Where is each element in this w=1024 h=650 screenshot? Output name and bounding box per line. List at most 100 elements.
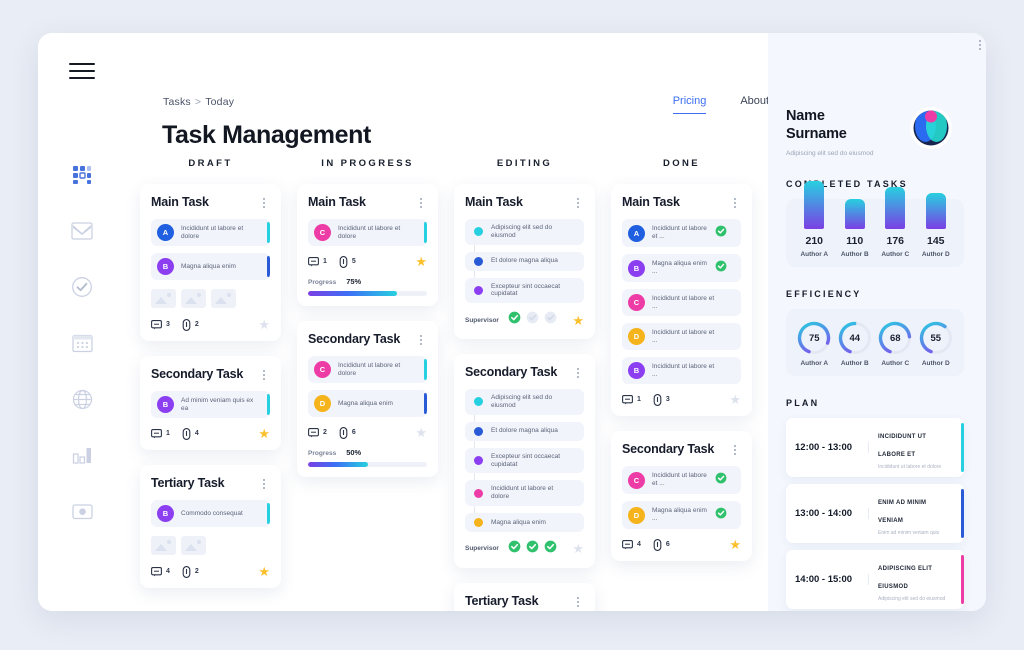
image-placeholder-icon[interactable] — [211, 289, 236, 308]
task-item-row[interactable]: B Commodo consequat — [151, 500, 270, 527]
timeline-row[interactable]: Et dolore magna aliqua — [465, 251, 584, 271]
card-menu-button[interactable] — [415, 332, 427, 345]
favorite-star-icon[interactable]: ★ — [572, 542, 584, 555]
card-menu-button[interactable] — [258, 195, 270, 208]
task-item-row[interactable]: C Incididunt ut labore et dolore — [308, 219, 427, 246]
breadcrumb-current[interactable]: Today — [205, 96, 234, 108]
timeline-row[interactable]: Magna aliqua enim — [465, 512, 584, 532]
favorite-star-icon[interactable]: ★ — [415, 426, 427, 439]
comment-count-value: 1 — [323, 258, 327, 265]
plan-item[interactable]: 12:00 - 13:00 INCIDIDUNT UT LABORE ET Inci… — [786, 418, 964, 478]
comment-count[interactable]: 2 — [308, 427, 327, 438]
task-card[interactable]: Tertiary TaskAdipiscing elit sed do eius… — [454, 582, 595, 611]
bar-chart-icon[interactable] — [69, 442, 95, 468]
donut-value: 75 — [808, 332, 820, 344]
task-card[interactable]: Main Task A Incididunt ut labore et dolore… — [140, 184, 281, 341]
supervisor-label: Supervisor — [465, 545, 499, 553]
globe-icon[interactable] — [69, 386, 95, 412]
task-item-row[interactable]: C Incididunt ut labore et ... — [622, 289, 741, 316]
comment-count[interactable]: 4 — [151, 566, 170, 577]
nav-link-about[interactable]: About — [740, 95, 769, 114]
timeline-row[interactable]: Excepteur sint occaecat cupidatat — [465, 447, 584, 474]
plan-item-time: 14:00 - 15:00 — [795, 574, 869, 586]
grid-icon[interactable] — [69, 162, 95, 188]
timeline-row[interactable]: Et dolore magna aliqua — [465, 421, 584, 441]
timeline-row[interactable]: Excepteur sint occaecat cupidatat — [465, 277, 584, 304]
image-placeholder-icon[interactable] — [151, 536, 176, 555]
task-item-row[interactable]: B Magna aliqua enim ... — [622, 254, 741, 282]
card-menu-button[interactable] — [258, 476, 270, 489]
profile-menu-button[interactable] — [974, 37, 986, 50]
favorite-star-icon[interactable]: ★ — [415, 255, 427, 268]
task-item-label: Magna aliqua enim ... — [652, 507, 707, 522]
row-accent-bar — [424, 222, 427, 243]
plan-item[interactable]: 14:00 - 15:00 ADIPISCING ELIT EIUSMOD Adip… — [786, 550, 964, 610]
image-placeholder-icon[interactable] — [181, 289, 206, 308]
card-menu-button[interactable] — [415, 195, 427, 208]
comment-count[interactable]: 3 — [151, 319, 170, 330]
task-card[interactable]: Main Task A Incididunt ut labore et ... B Ma… — [611, 184, 752, 416]
comment-count[interactable]: 1 — [151, 428, 170, 439]
task-item-row[interactable]: B Incididunt ut labore et ... — [622, 357, 741, 384]
timeline-row[interactable]: Adipiscing elit sed do eiusmod — [465, 219, 584, 245]
timeline-row[interactable]: Adipiscing elit sed do eiusmod — [465, 389, 584, 415]
calendar-icon[interactable] — [69, 330, 95, 356]
favorite-star-icon[interactable]: ★ — [729, 393, 741, 406]
camera-icon[interactable] — [69, 498, 95, 524]
attachment-count[interactable]: 6 — [339, 426, 356, 439]
attachment-count[interactable]: 5 — [339, 255, 356, 268]
timeline-row[interactable]: Incididunt ut labore et dolore — [465, 480, 584, 506]
attachment-count[interactable]: 4 — [182, 427, 199, 440]
card-menu-button[interactable] — [258, 367, 270, 380]
task-card[interactable]: Main Task Adipiscing elit sed do eiusmod E… — [454, 184, 595, 340]
attachment-count[interactable]: 6 — [653, 538, 670, 551]
favorite-star-icon[interactable]: ★ — [258, 565, 270, 578]
supervisor-check-icon[interactable] — [508, 311, 521, 329]
card-menu-button[interactable] — [572, 365, 584, 379]
card-menu-button[interactable] — [729, 195, 741, 208]
supervisor-check-icon[interactable] — [526, 311, 539, 329]
image-placeholder-icon[interactable] — [181, 536, 206, 555]
mail-icon[interactable] — [69, 218, 95, 244]
card-menu-button[interactable] — [572, 594, 584, 607]
avatar[interactable] — [910, 107, 952, 149]
supervisor-check-icon[interactable] — [526, 540, 539, 558]
task-item-row[interactable]: D Incididunt ut labore et ... — [622, 323, 741, 350]
hamburger-menu-icon[interactable] — [69, 63, 95, 79]
task-item-row[interactable]: B Magna aliqua enim — [151, 253, 270, 280]
supervisor-check-icon[interactable] — [544, 540, 557, 558]
comment-count[interactable]: 1 — [622, 394, 641, 405]
supervisor-check-icon[interactable] — [508, 540, 521, 558]
task-item-row[interactable]: A Incididunt ut labore et ... — [622, 219, 741, 247]
check-circle-icon[interactable] — [69, 274, 95, 300]
task-item-row[interactable]: C Incididunt ut labore et ... — [622, 466, 741, 494]
task-item-row[interactable]: D Magna aliqua enim ... — [622, 501, 741, 529]
image-placeholder-icon[interactable] — [151, 289, 176, 308]
plan-item[interactable]: 13:00 - 14:00 ENIM AD MINIM VENIAM Enim ad… — [786, 484, 964, 544]
task-item-row[interactable]: D Magna aliqua enim — [308, 390, 427, 417]
task-card[interactable]: Secondary Task B Ad minim veniam quis ex e… — [140, 356, 281, 450]
attachment-count[interactable]: 3 — [653, 393, 670, 406]
nav-link-pricing[interactable]: Pricing — [672, 95, 707, 114]
attachment-count[interactable]: 2 — [182, 318, 199, 331]
comment-count[interactable]: 4 — [622, 539, 641, 550]
breadcrumb-root[interactable]: Tasks — [163, 96, 191, 108]
task-card[interactable]: Secondary Task C Incididunt ut labore et d… — [297, 321, 438, 477]
task-item-row[interactable]: C Incididunt ut labore et dolore — [308, 356, 427, 383]
card-menu-button[interactable] — [729, 442, 741, 455]
favorite-star-icon[interactable]: ★ — [729, 538, 741, 551]
attachment-count[interactable]: 2 — [182, 565, 199, 578]
comment-count[interactable]: 1 — [308, 256, 327, 267]
task-item-row[interactable]: B Ad minim veniam quis ex ea — [151, 391, 270, 418]
favorite-star-icon[interactable]: ★ — [258, 318, 270, 331]
task-card[interactable]: Tertiary Task B Commodo consequat 4 2 ★ — [140, 465, 281, 588]
task-card[interactable]: Main Task C Incididunt ut labore et dolore… — [297, 184, 438, 306]
supervisor-check-icon[interactable] — [544, 311, 557, 329]
favorite-star-icon[interactable]: ★ — [258, 427, 270, 440]
task-card[interactable]: Secondary Task C Incididunt ut labore et .… — [611, 431, 752, 561]
task-card[interactable]: Secondary Task Adipiscing elit sed do eiu… — [454, 354, 595, 568]
task-item-row[interactable]: A Incididunt ut labore et dolore — [151, 219, 270, 246]
favorite-star-icon[interactable]: ★ — [572, 314, 584, 327]
task-item-label: Incididunt ut labore et ... — [652, 472, 707, 487]
card-menu-button[interactable] — [572, 195, 584, 208]
